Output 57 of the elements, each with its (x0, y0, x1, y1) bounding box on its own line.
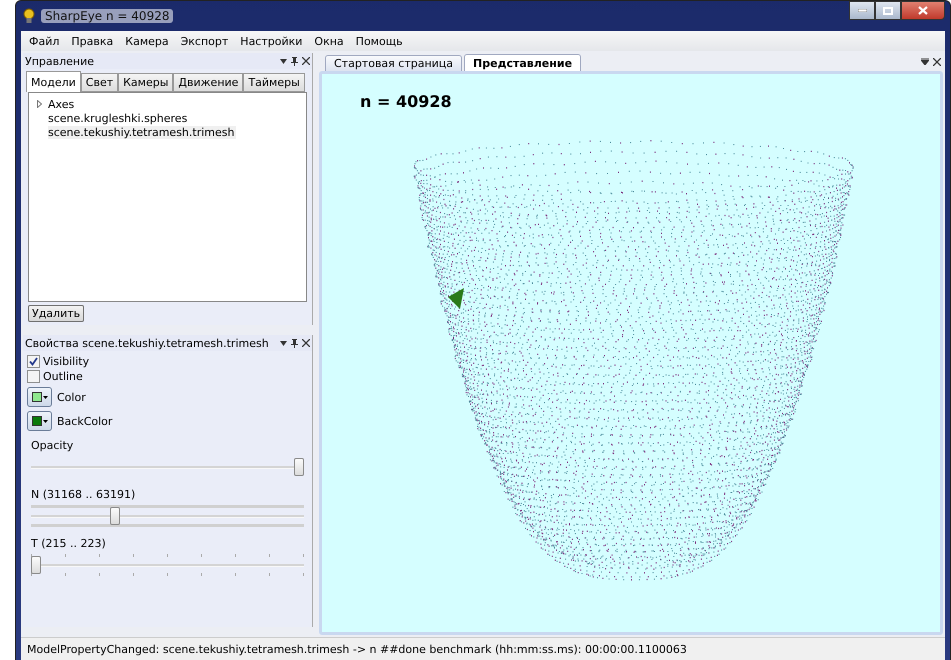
pin-icon[interactable] (291, 338, 298, 348)
cone-icon (448, 288, 464, 309)
slider-label: T (215 .. 223) (31, 537, 107, 550)
slider[interactable] (31, 554, 304, 576)
color-label: BackColor (57, 414, 112, 428)
maximize-icon (883, 6, 893, 14)
menu-item[interactable]: Помощь (350, 34, 409, 48)
panel-title: Управление (25, 54, 94, 68)
tree-item[interactable]: Axes (48, 98, 76, 110)
menu-item[interactable]: Камера (119, 34, 175, 48)
color-label: Color (57, 390, 86, 404)
tab[interactable]: Движение (173, 73, 244, 92)
tree-item[interactable]: scene.krugleshki.spheres (48, 112, 190, 124)
status-text: ModelPropertyChanged: scene.tekushiy.tetramesh.trimesh -> n ##done benchmark (hh:mm:ss.ms): 00:00:00.1100063 (27, 642, 687, 656)
minimize-icon (858, 9, 866, 12)
checkbox[interactable] (27, 355, 40, 368)
color-picker-button[interactable] (27, 387, 52, 407)
pin-icon[interactable] (291, 56, 298, 66)
menu-item[interactable]: Настройки (234, 34, 308, 48)
slider[interactable] (31, 456, 304, 478)
tab[interactable]: Свет (80, 73, 118, 92)
tab[interactable]: Камеры (118, 73, 174, 92)
document-tab[interactable]: Представление (464, 54, 582, 71)
color-picker-button[interactable] (27, 411, 52, 431)
checkbox-label: Outline (43, 370, 83, 383)
expander-icon[interactable] (37, 100, 42, 108)
point-count-label: n = 40928 (360, 92, 452, 111)
tree-item[interactable]: scene.tekushiy.tetramesh.trimesh (48, 126, 236, 138)
menu-item[interactable]: Файл (23, 34, 66, 48)
caret-icon (42, 396, 48, 398)
caret-icon (42, 420, 48, 422)
close-icon (918, 6, 928, 15)
tab[interactable]: Таймеры (243, 73, 305, 92)
close-icon[interactable] (302, 57, 310, 65)
slider-label: Opacity (31, 439, 74, 452)
panel-title: Свойства scene.tekushiy.tetramesh.trimesh (25, 336, 269, 350)
minimize-button[interactable] (849, 1, 875, 20)
menu-item[interactable]: Окна (308, 34, 350, 48)
document-tab[interactable]: Стартовая страница (325, 55, 462, 71)
close-icon[interactable] (933, 58, 941, 66)
dropdown-icon[interactable] (921, 58, 929, 65)
dropdown-icon[interactable] (280, 58, 287, 64)
dropdown-icon[interactable] (280, 340, 287, 346)
close-icon[interactable] (302, 339, 310, 347)
maximize-button[interactable] (875, 1, 901, 20)
window-title: SharpEye n = 40928 (41, 9, 174, 23)
slider-label: N (31168 .. 63191) (31, 488, 136, 501)
3d-viewport[interactable]: n = 40928 (319, 71, 943, 635)
lightbulb-icon (23, 8, 35, 24)
close-button[interactable] (901, 1, 945, 20)
slider[interactable] (31, 505, 304, 527)
menu-item[interactable]: Экспорт (174, 34, 234, 48)
delete-button[interactable]: Удалить (28, 305, 84, 322)
tab[interactable]: Модели (26, 71, 81, 92)
checkbox-label: Visibility (43, 355, 90, 368)
menu-item[interactable]: Правка (65, 34, 120, 48)
checkbox[interactable] (27, 370, 40, 383)
